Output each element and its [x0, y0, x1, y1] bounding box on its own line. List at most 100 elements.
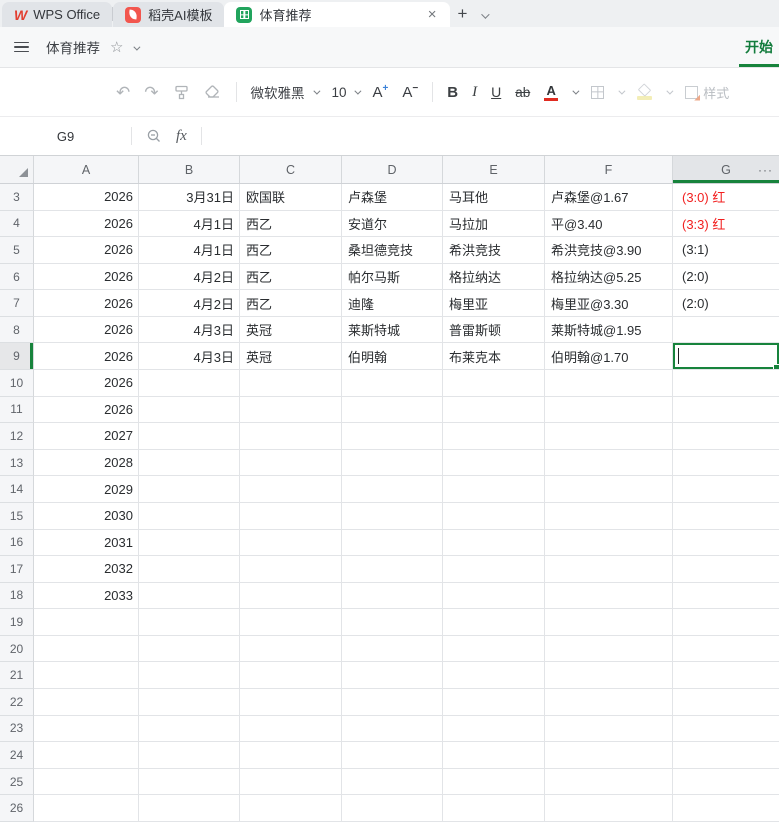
row-header-15[interactable]: 15: [0, 502, 34, 530]
cell-D6[interactable]: 帕尔马斯: [342, 263, 443, 291]
cell-B17[interactable]: [139, 556, 240, 583]
cell-E25[interactable]: [443, 768, 545, 796]
cell-C19[interactable]: [240, 609, 342, 636]
row-header-23[interactable]: 23: [0, 715, 34, 743]
cell-D22[interactable]: [342, 688, 443, 716]
cell-B11[interactable]: [139, 396, 240, 424]
cell-A7[interactable]: 2026: [34, 290, 139, 317]
cell-B8[interactable]: 4月3日: [139, 316, 240, 344]
italic-button[interactable]: I: [472, 84, 477, 101]
cell-D18[interactable]: [342, 582, 443, 610]
cell-G13[interactable]: [673, 450, 779, 477]
tab-docer-ai[interactable]: 稻壳AI模板: [113, 2, 225, 27]
fill-color-chevron-icon[interactable]: [666, 87, 674, 95]
cell-C24[interactable]: [240, 742, 342, 769]
cell-B6[interactable]: 4月2日: [139, 263, 240, 291]
cell-D16[interactable]: [342, 529, 443, 557]
cell-C16[interactable]: [240, 529, 342, 557]
cell-D23[interactable]: [342, 715, 443, 743]
cell-G15[interactable]: [673, 503, 779, 530]
font-size-select[interactable]: 10: [332, 85, 361, 100]
cell-C21[interactable]: [240, 662, 342, 689]
cell-F11[interactable]: [545, 396, 673, 424]
cell-C20[interactable]: [240, 635, 342, 663]
cell-B3[interactable]: 3月31日: [139, 184, 240, 211]
favorite-star-icon[interactable]: ☆: [110, 38, 123, 56]
cell-E20[interactable]: [443, 635, 545, 663]
cell-B5[interactable]: 4月1日: [139, 237, 240, 264]
fill-color-icon[interactable]: [637, 82, 653, 100]
cell-G5[interactable]: (3:1): [673, 237, 779, 264]
cell-G21[interactable]: [673, 662, 779, 689]
cell-C10[interactable]: [240, 370, 342, 397]
row-header-14[interactable]: 14: [0, 476, 34, 503]
cell-F6[interactable]: 格拉纳达@5.25: [545, 263, 673, 291]
cell-E17[interactable]: [443, 556, 545, 583]
cell-B7[interactable]: 4月2日: [139, 290, 240, 317]
cell-E16[interactable]: [443, 529, 545, 557]
cell-E14[interactable]: [443, 476, 545, 503]
cell-A15[interactable]: 2030: [34, 502, 139, 530]
cell-G17[interactable]: [673, 556, 779, 583]
cell-G11[interactable]: [673, 397, 779, 424]
cell-A24[interactable]: [34, 742, 139, 769]
eraser-icon[interactable]: [204, 84, 222, 100]
borders-icon[interactable]: [591, 85, 605, 99]
cell-G9[interactable]: [673, 343, 779, 371]
cell-A14[interactable]: 2029: [34, 476, 139, 503]
cell-F25[interactable]: [545, 768, 673, 796]
cell-A4[interactable]: 2026: [34, 210, 139, 238]
cell-E15[interactable]: [443, 502, 545, 530]
cell-G23[interactable]: [673, 716, 779, 743]
cell-E26[interactable]: [443, 795, 545, 822]
cell-B22[interactable]: [139, 688, 240, 716]
cell-D14[interactable]: [342, 476, 443, 503]
font-color-chevron-icon[interactable]: [572, 87, 580, 95]
cell-D15[interactable]: [342, 502, 443, 530]
cell-E19[interactable]: [443, 609, 545, 636]
cell-A20[interactable]: [34, 635, 139, 663]
select-all-corner[interactable]: [0, 156, 34, 183]
cell-G8[interactable]: [673, 317, 779, 344]
cell-B10[interactable]: [139, 370, 240, 397]
row-header-11[interactable]: 11: [0, 396, 34, 424]
cell-F18[interactable]: [545, 582, 673, 610]
cell-B9[interactable]: 4月3日: [139, 343, 240, 371]
cell-G10[interactable]: [673, 370, 779, 397]
close-tab-icon[interactable]: ×: [426, 6, 439, 23]
cell-D9[interactable]: 伯明翰: [342, 343, 443, 371]
row-header-7[interactable]: 7: [0, 290, 34, 317]
cell-C26[interactable]: [240, 795, 342, 822]
format-painter-icon[interactable]: [173, 84, 190, 101]
row-header-25[interactable]: 25: [0, 768, 34, 796]
column-header-C[interactable]: C: [240, 156, 342, 183]
cell-D26[interactable]: [342, 795, 443, 822]
cell-G20[interactable]: [673, 636, 779, 663]
cell-D25[interactable]: [342, 768, 443, 796]
cell-F19[interactable]: [545, 609, 673, 636]
cell-E6[interactable]: 格拉纳达: [443, 263, 545, 291]
cell-B25[interactable]: [139, 768, 240, 796]
cell-B4[interactable]: 4月1日: [139, 210, 240, 238]
borders-chevron-icon[interactable]: [618, 87, 626, 95]
cell-D5[interactable]: 桑坦德竞技: [342, 237, 443, 264]
cell-F15[interactable]: [545, 502, 673, 530]
column-header-D[interactable]: D: [342, 156, 443, 183]
row-header-8[interactable]: 8: [0, 316, 34, 344]
increase-font-button[interactable]: A+: [373, 83, 389, 101]
cell-A23[interactable]: [34, 715, 139, 743]
cell-G4[interactable]: (3:3) 红: [673, 211, 779, 238]
cell-C5[interactable]: 西乙: [240, 237, 342, 264]
cell-F20[interactable]: [545, 635, 673, 663]
cell-C22[interactable]: [240, 688, 342, 716]
cell-D19[interactable]: [342, 609, 443, 636]
cell-A10[interactable]: 2026: [34, 370, 139, 397]
cell-C4[interactable]: 西乙: [240, 210, 342, 238]
cell-D20[interactable]: [342, 635, 443, 663]
cell-F9[interactable]: 伯明翰@1.70: [545, 343, 673, 371]
cell-E8[interactable]: 普雷斯顿: [443, 316, 545, 344]
cell-F14[interactable]: [545, 476, 673, 503]
tab-sports-sheet[interactable]: 体育推荐 ×: [224, 2, 451, 27]
cell-A6[interactable]: 2026: [34, 263, 139, 291]
cell-C13[interactable]: [240, 449, 342, 477]
